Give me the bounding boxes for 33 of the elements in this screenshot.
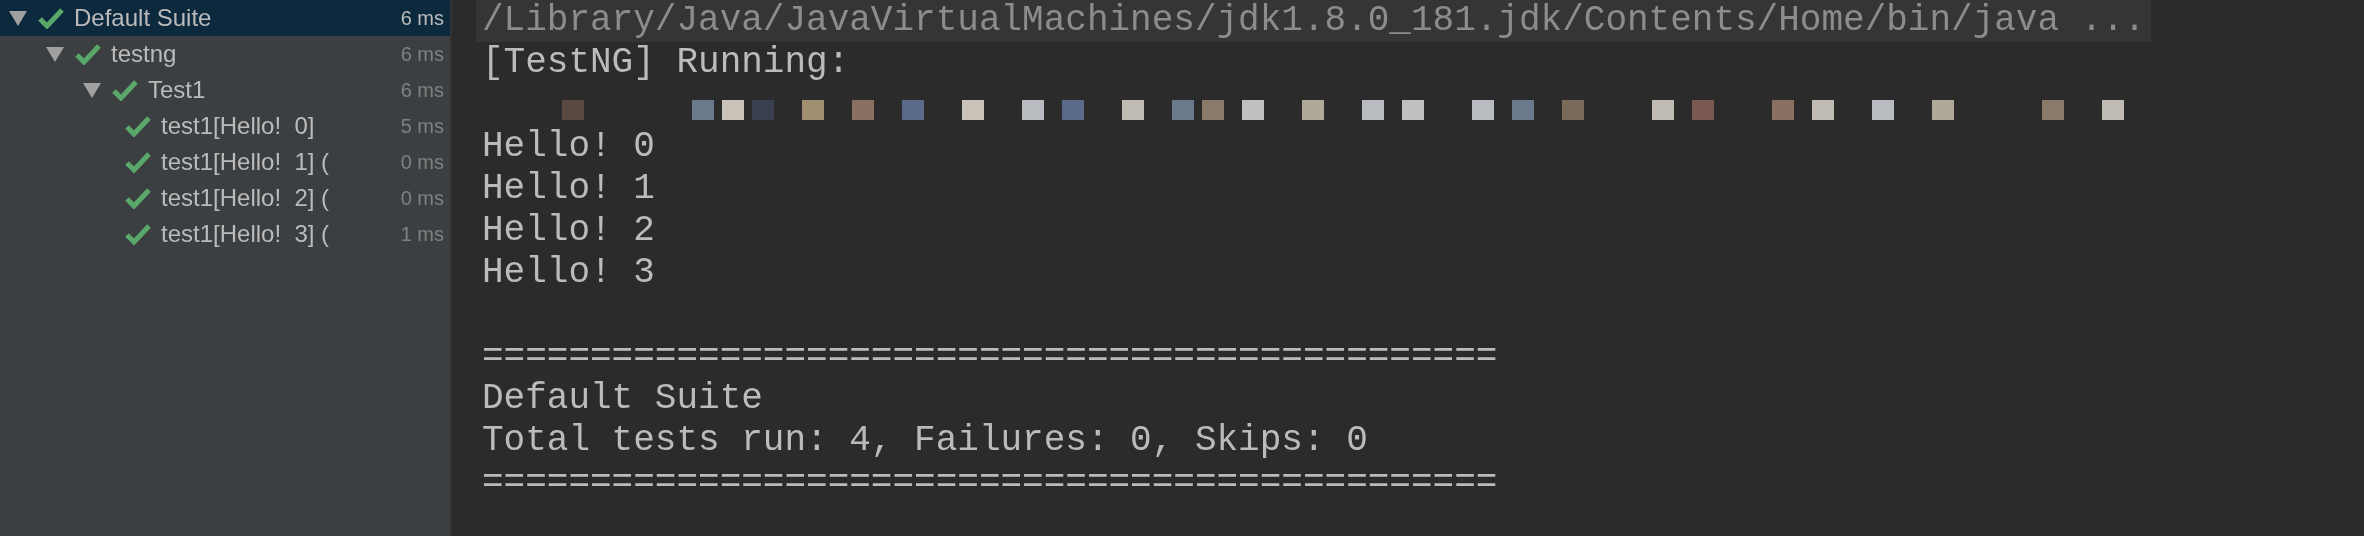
duration: 0 ms — [400, 186, 444, 211]
tree-row[interactable]: Default Suite 6 ms — [0, 0, 450, 36]
tree-row[interactable]: test1[Hello! 1] ( 0 ms — [0, 144, 450, 180]
console-line: Hello! 3 — [482, 252, 656, 294]
tree-row[interactable]: test1[Hello! 2] ( 0 ms — [0, 180, 450, 216]
console-line: Total tests run: 4, Failures: 0, Skips: 0 — [482, 420, 1369, 462]
console-line: =============================================== — [482, 462, 1499, 504]
duration: 1 ms — [400, 222, 444, 247]
console-line: =============================================== — [482, 336, 1499, 378]
test-name: test1[Hello! 1] ( — [161, 147, 331, 177]
test-name: test1[Hello! 3] ( — [161, 219, 331, 249]
test-name: test1[Hello! 2] ( — [161, 183, 331, 213]
expand-arrow-icon[interactable] — [82, 81, 102, 99]
test-name: Test1 — [148, 75, 207, 105]
duration: 6 ms — [400, 42, 444, 67]
duration: 6 ms — [400, 78, 444, 103]
test-name: test1[Hello! 0] — [161, 111, 316, 141]
tree-row[interactable]: test1[Hello! 3] ( 1 ms — [0, 216, 450, 252]
tree-row[interactable]: test1[Hello! 0] 5 ms — [0, 108, 450, 144]
console-line: Hello! 0 — [482, 126, 656, 168]
console-line: Default Suite — [482, 378, 764, 420]
console-line: [TestNG] Running: — [482, 42, 851, 84]
expand-arrow-icon[interactable] — [8, 9, 28, 27]
duration: 6 ms — [400, 6, 444, 31]
test-name: Default Suite — [74, 3, 213, 33]
console-line: Hello! 2 — [482, 210, 656, 252]
duration: 0 ms — [400, 150, 444, 175]
tree-row[interactable]: Test1 6 ms — [0, 72, 450, 108]
console-line: Hello! 1 — [482, 168, 656, 210]
duration: 5 ms — [400, 114, 444, 139]
tree-row[interactable]: testng 6 ms — [0, 36, 450, 72]
test-name: testng — [111, 39, 178, 69]
expand-arrow-icon[interactable] — [45, 45, 65, 63]
